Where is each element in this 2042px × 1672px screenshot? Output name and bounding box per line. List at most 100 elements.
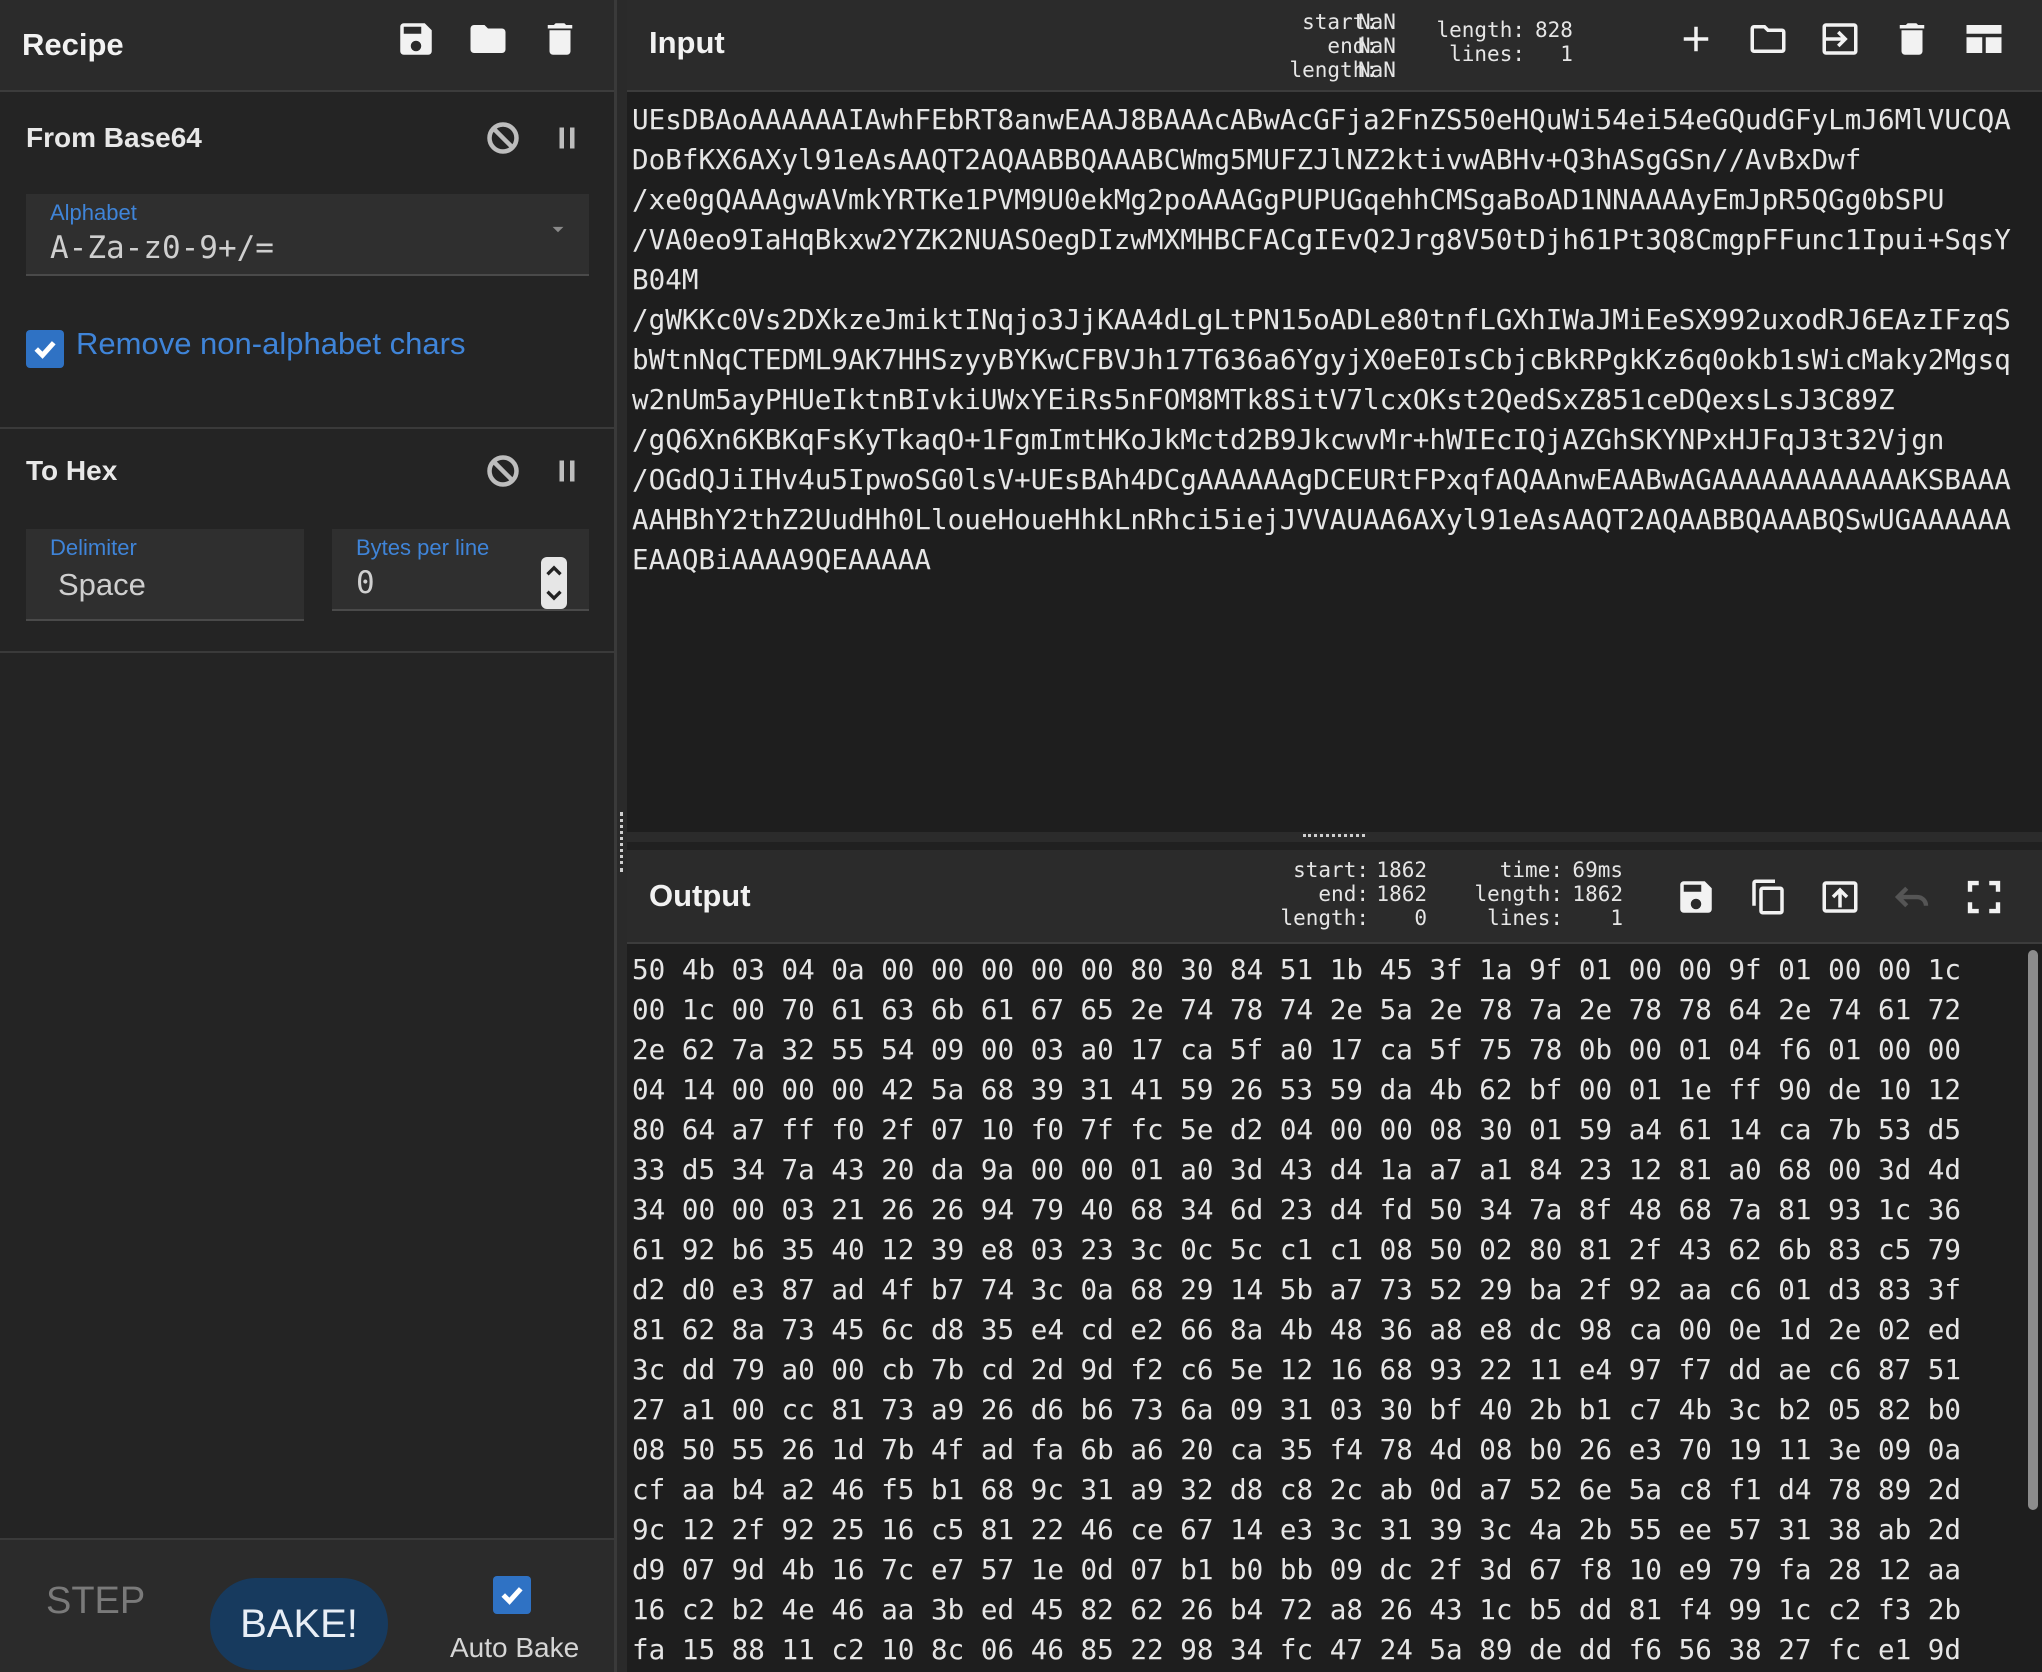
pause-operation-button[interactable] bbox=[549, 453, 585, 494]
output-line: 08 50 55 26 1d 7b 4f ad fa 6b a6 20 ca 3… bbox=[632, 1433, 1962, 1466]
output-line: 00 1c 00 70 61 63 6b 61 67 65 2e 74 78 7… bbox=[632, 993, 1962, 1026]
save-icon bbox=[400, 23, 432, 55]
input-panel: Input start: end: length: NaN NaN NaN le… bbox=[627, 0, 2042, 842]
output-header: Output start: end: length: 1862 1862 0 t… bbox=[627, 850, 2042, 944]
disable-operation-button[interactable] bbox=[485, 453, 521, 494]
clear-recipe-button[interactable] bbox=[539, 18, 581, 60]
undo-icon bbox=[1894, 886, 1929, 908]
bake-label: BAKE! bbox=[240, 1601, 358, 1646]
output-selection-values: 1862 1862 0 bbox=[1376, 858, 1427, 930]
save-recipe-button[interactable] bbox=[395, 18, 437, 60]
input-line: /xe0gQAAAgwAVmkYRTKe1PVM9U0ekMg2poAAAGgP… bbox=[632, 183, 1945, 216]
pause-icon bbox=[559, 127, 575, 149]
save-icon bbox=[1680, 881, 1712, 913]
output-line: d9 07 9d 4b 16 7c e7 57 1e 0d 07 b1 b0 b… bbox=[632, 1553, 1962, 1586]
output-line: 81 62 8a 73 45 6c d8 35 e4 cd e2 66 8a 4… bbox=[632, 1313, 1962, 1346]
disable-operation-button[interactable] bbox=[485, 120, 521, 161]
spinner-icon[interactable] bbox=[541, 557, 567, 609]
delimiter-value: Space bbox=[58, 567, 146, 602]
output-line: 33 d5 34 7a 43 20 da 9a 00 00 01 a0 3d 4… bbox=[632, 1153, 1962, 1186]
folder-icon bbox=[1750, 25, 1786, 53]
maximise-icon bbox=[1967, 880, 2001, 914]
input-line: AAHBhY2thZ2UudHh0LloueHoueHhkLnRhci5iejJ… bbox=[632, 503, 2011, 536]
operation-title: To Hex bbox=[26, 455, 118, 486]
input-line: DoBfKX6AXyl91eAsAAQT2AQAABBQAAABCWmg5MUF… bbox=[632, 143, 1862, 176]
pause-operation-button[interactable] bbox=[549, 120, 585, 161]
output-text[interactable]: 50 4b 03 04 0a 00 00 00 00 00 80 30 84 5… bbox=[632, 950, 2012, 1670]
bytes-per-line-label: Bytes per line bbox=[356, 535, 490, 560]
input-title: Input bbox=[649, 25, 725, 60]
dropdown-icon bbox=[552, 226, 564, 233]
output-line: 04 14 00 00 00 42 5a 68 39 31 41 59 26 5… bbox=[632, 1073, 1962, 1106]
operation-title: From Base64 bbox=[26, 122, 202, 153]
bake-button[interactable]: BAKE! bbox=[210, 1578, 388, 1670]
io-resize-handle[interactable] bbox=[627, 832, 2042, 842]
input-line: /VA0eo9IaHqBkxw2YZK2NUASOegDIzwMXMHBCFAC… bbox=[632, 223, 2011, 256]
auto-bake-checkbox[interactable]: Auto Bake bbox=[448, 1576, 580, 1666]
delimiter-label: Delimiter bbox=[50, 535, 137, 560]
output-info-values: 69ms 1862 1 bbox=[1572, 858, 1623, 930]
open-input-folder-button[interactable] bbox=[1819, 18, 1861, 60]
auto-bake-label: Auto Bake bbox=[450, 1632, 580, 1663]
input-info-values: 828 1 bbox=[1535, 18, 1573, 66]
disable-icon bbox=[487, 122, 519, 154]
remove-non-alphabet-label: Remove non-alphabet chars bbox=[76, 326, 466, 361]
output-title: Output bbox=[649, 878, 751, 913]
operation-to-hex: To Hex Delimiter Space Bytes per line 0 bbox=[0, 429, 614, 653]
operation-from-base64: From Base64 Alphabet A-Za-z0-9+/= Remove… bbox=[0, 92, 614, 429]
step-button[interactable]: STEP bbox=[46, 1580, 145, 1623]
disable-icon bbox=[487, 455, 519, 487]
input-textarea[interactable]: UEsDBAoAAAAAAIAwhFEbRT8anwEAAJ8BAAAcABwA… bbox=[632, 100, 2040, 580]
input-line: /gWKKc0Vs2DXkzeJmiktINqjo3JjKAA4dLgLtPN1… bbox=[632, 303, 2011, 336]
maximise-output-button[interactable] bbox=[1963, 876, 2005, 918]
recipe-panel: Recipe From Base64 Alphabet A-Za-z0-9+/=… bbox=[0, 0, 617, 1672]
pause-icon bbox=[559, 460, 575, 482]
recipe-header: Recipe bbox=[0, 0, 614, 92]
copy-output-button[interactable] bbox=[1747, 876, 1789, 918]
input-line: UEsDBAoAAAAAAIAwhFEbRT8anwEAAJ8BAAAcABwA… bbox=[632, 103, 2011, 136]
output-line: 16 c2 b2 4e 46 aa 3b ed 45 82 62 26 b4 7… bbox=[632, 1593, 1962, 1626]
output-line: 80 64 a7 ff f0 2f 07 10 f0 7f fc 5e d2 0… bbox=[632, 1113, 1962, 1146]
input-info-labels: length: lines: bbox=[1436, 18, 1525, 66]
folder-icon bbox=[470, 25, 506, 53]
bytes-per-line-value: 0 bbox=[356, 565, 375, 601]
output-line: 61 92 b6 35 40 12 39 e8 03 23 3c 0c 5c c… bbox=[632, 1233, 1962, 1266]
import-icon bbox=[1822, 23, 1858, 55]
recipe-title: Recipe bbox=[22, 27, 124, 62]
input-line: /gQ6Xn6KBKqFsKyTkaqO+1FgmImtHKoJkMctd2B9… bbox=[632, 423, 1945, 456]
output-line: 34 00 00 03 21 26 26 94 79 40 68 34 6d 2… bbox=[632, 1193, 1962, 1226]
alphabet-select[interactable]: Alphabet A-Za-z0-9+/= bbox=[26, 194, 589, 276]
add-input-tab-button[interactable] bbox=[1675, 18, 1717, 60]
layout-icon bbox=[1966, 25, 2002, 53]
open-input-file-button[interactable] bbox=[1747, 18, 1789, 60]
delimiter-select[interactable]: Delimiter Space bbox=[26, 529, 304, 621]
bytes-per-line-input[interactable]: Bytes per line 0 bbox=[332, 529, 589, 611]
trash-icon bbox=[547, 23, 573, 55]
input-line: /OGdQJiIHv4u5IpwoSG0lsV+UEsBAh4DCgAAAAAA… bbox=[632, 463, 2011, 496]
output-selection-labels: start: end: length: bbox=[1280, 858, 1369, 930]
column-resize-handle[interactable] bbox=[617, 0, 627, 1672]
input-line: w2nUm5ayPHUeIktnBIvkiUWxYEiRs5nFOM8MTk8S… bbox=[632, 383, 1895, 416]
output-scrollbar[interactable] bbox=[2022, 946, 2042, 1672]
clear-input-button[interactable] bbox=[1891, 18, 1933, 60]
input-line: B04M bbox=[632, 263, 699, 296]
output-line: 9c 12 2f 92 25 16 c5 81 22 46 ce 67 14 e… bbox=[632, 1513, 1962, 1546]
alphabet-value: A-Za-z0-9+/= bbox=[50, 230, 274, 266]
replace-input-button[interactable] bbox=[1819, 876, 1861, 918]
undo-button[interactable] bbox=[1891, 876, 1933, 918]
trash-icon bbox=[1899, 23, 1925, 55]
replace-input-icon bbox=[1822, 881, 1858, 913]
save-output-button[interactable] bbox=[1675, 876, 1717, 918]
load-recipe-button[interactable] bbox=[467, 18, 509, 60]
output-line: cf aa b4 a2 46 f5 b1 68 9c 31 a9 32 d8 c… bbox=[632, 1473, 1962, 1506]
output-info-labels: time: length: lines: bbox=[1474, 858, 1563, 930]
copy-icon bbox=[1752, 879, 1784, 915]
output-line: 3c dd 79 a0 00 cb 7b cd 2d 9d f2 c6 5e 1… bbox=[632, 1353, 1962, 1386]
output-line: d2 d0 e3 87 ad 4f b7 74 3c 0a 68 29 14 5… bbox=[632, 1273, 1962, 1306]
checkbox-checked-icon bbox=[493, 1576, 531, 1614]
output-line: 27 a1 00 cc 81 73 a9 26 d6 b6 73 6a 09 3… bbox=[632, 1393, 1962, 1426]
reset-layout-button[interactable] bbox=[1963, 18, 2005, 60]
output-line: fa 15 88 11 c2 10 8c 06 46 85 22 98 34 f… bbox=[632, 1633, 1962, 1666]
alphabet-label: Alphabet bbox=[50, 200, 137, 225]
plus-icon bbox=[1683, 26, 1709, 52]
